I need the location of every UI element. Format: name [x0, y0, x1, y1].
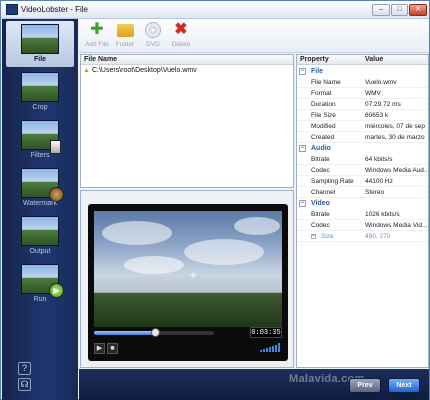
property-row[interactable]: Codec Windows Media Aud... — [297, 165, 428, 176]
property-row[interactable]: Bitrate 1026 kbits/s — [297, 209, 428, 220]
property-row[interactable]: Codec Windows Media Vid... — [297, 220, 428, 231]
folder-label: Folder — [115, 41, 135, 48]
app-icon — [6, 4, 18, 15]
video-player: ✈ 0:03:35 ▶ ■ — [88, 204, 288, 361]
delete-label: Delete — [171, 41, 191, 48]
sidebar-item-label: File — [33, 56, 47, 63]
file-path: C:\Users\root\Desktop\Vuelo.wmv — [91, 67, 197, 74]
maximize-button[interactable]: □ — [391, 4, 408, 16]
sidebar-item-filters[interactable]: Filters — [6, 117, 74, 163]
sidebar-item-watermark[interactable]: Watermark — [6, 165, 74, 211]
window-title: VideoLobster - File — [21, 5, 88, 14]
film-icon — [21, 24, 59, 54]
property-row[interactable]: Sampling Rate 44100 Hz — [297, 176, 428, 187]
collapse-icon[interactable]: − — [299, 68, 306, 75]
property-row[interactable]: Modified miércoles, 07 de sep — [297, 121, 428, 132]
sidebar-item-output[interactable]: Output — [6, 213, 74, 259]
property-row[interactable]: Created martes, 30 de marzo — [297, 132, 428, 143]
property-row[interactable]: Format WMV — [297, 88, 428, 99]
close-button[interactable]: ✕ — [409, 4, 427, 16]
sidebar-item-run[interactable]: ▶ Run — [6, 261, 74, 307]
property-row[interactable]: Channel Stereo — [297, 187, 428, 198]
help-icon[interactable]: ? — [18, 362, 31, 375]
property-row-size[interactable]: + Size 480, 270 — [297, 231, 428, 242]
minimize-button[interactable]: – — [372, 4, 390, 16]
dvd-icon — [145, 22, 161, 38]
folder-icon — [116, 24, 134, 37]
next-button[interactable]: Next — [388, 378, 420, 393]
property-row[interactable]: Duration 07:29.72 ms — [297, 99, 428, 110]
run-icon: ▶ — [21, 264, 64, 298]
prev-button[interactable]: Prev — [349, 378, 381, 393]
support-icon[interactable]: ☊ — [18, 378, 31, 391]
category-audio[interactable]: − Audio — [297, 143, 428, 154]
output-icon — [21, 216, 59, 246]
crop-icon — [21, 72, 59, 102]
airplane-icon: ✈ — [190, 271, 197, 280]
play-button[interactable]: ▶ — [94, 343, 105, 354]
sidebar-item-crop[interactable]: Crop — [6, 69, 74, 115]
toolbar: ✚ Add File Folder DVD ✖ Delete — [79, 19, 429, 53]
delete-icon: ✖ — [174, 21, 188, 38]
value-column-header[interactable]: Value — [363, 55, 383, 64]
video-frame: ✈ — [94, 211, 282, 327]
time-display: 0:03:35 — [250, 327, 282, 338]
sidebar-item-label: Output — [29, 248, 51, 255]
category-file[interactable]: − File — [297, 66, 428, 77]
property-row[interactable]: File Name Vuelo.wmv — [297, 77, 428, 88]
sidebar-item-label: Run — [33, 296, 47, 303]
property-column-header[interactable]: Property — [297, 55, 363, 64]
property-row[interactable]: Bitrate 64 kbits/s — [297, 154, 428, 165]
collapse-icon[interactable]: − — [299, 200, 306, 207]
seek-handle[interactable] — [151, 328, 160, 337]
properties-panel: Property Value − File File Name Vuelo.wmv… — [296, 54, 429, 368]
sidebar-item-file[interactable]: File — [6, 21, 74, 67]
sidebar: File Crop Filters Watermark Output ▶ Run… — [2, 19, 78, 400]
list-item[interactable]: ▲ C:\Users\root\Desktop\Vuelo.wmv — [83, 67, 197, 74]
volume-slider[interactable] — [260, 343, 282, 353]
stop-button[interactable]: ■ — [107, 343, 118, 354]
title-bar: VideoLobster - File – □ ✕ — [1, 1, 429, 19]
file-name-header[interactable]: File Name — [81, 55, 293, 65]
sidebar-item-label: Crop — [32, 104, 48, 111]
footer-bar: Malavida.com Prev Next — [79, 369, 429, 400]
watermark-icon — [21, 168, 64, 202]
app-window: VideoLobster - File – □ ✕ File Crop Filt… — [0, 0, 430, 400]
sidebar-item-label: Filters — [30, 152, 50, 159]
warning-icon: ▲ — [83, 67, 90, 74]
add-file-label: Add File — [85, 41, 109, 48]
delete-button[interactable]: ✖ Delete — [165, 21, 197, 48]
property-row[interactable]: File Size 60653 k — [297, 110, 428, 121]
dvd-label: DVD — [146, 41, 160, 48]
video-preview-pane: ✈ 0:03:35 ▶ ■ — [80, 190, 294, 368]
seek-progress — [94, 331, 154, 335]
category-video[interactable]: − Video — [297, 198, 428, 209]
file-list: File Name ▲ C:\Users\root\Desktop\Vuelo.w… — [80, 54, 294, 188]
filter-icon — [21, 120, 61, 154]
collapse-icon[interactable]: − — [299, 145, 306, 152]
add-file-icon: ✚ — [90, 21, 104, 38]
seek-bar[interactable] — [94, 328, 214, 337]
properties-header: Property Value — [297, 55, 428, 65]
expand-icon[interactable]: + — [311, 234, 316, 239]
